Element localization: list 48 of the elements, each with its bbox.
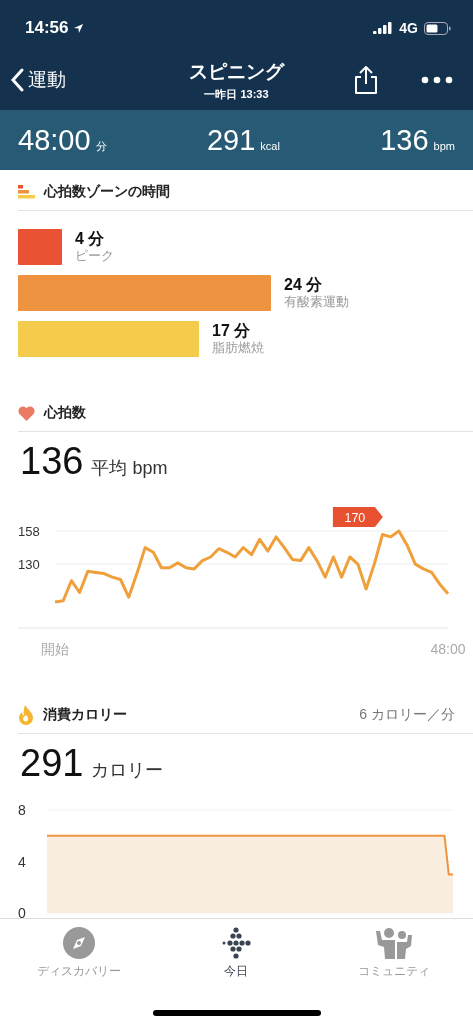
clock: 14:56 <box>25 18 69 38</box>
stat-unit: kcal <box>260 139 280 152</box>
dots-logo-icon <box>220 927 253 959</box>
zone-label: 有酸素運動 <box>284 294 349 310</box>
heart-rate-unit: 平均 bpm <box>91 457 168 480</box>
stat-value: 136 <box>380 123 429 157</box>
calorie-unit: カロリー <box>91 759 164 782</box>
share-button[interactable] <box>353 65 379 95</box>
section-title: 心拍数 <box>44 404 87 422</box>
network-label: 4G <box>399 20 418 36</box>
peak-badge: 170 <box>332 507 383 527</box>
tab-item[interactable]: 今日 <box>166 927 307 980</box>
zone-bars-icon <box>18 185 35 199</box>
stat-value: 48:00 <box>18 123 91 157</box>
zone-time: 24 分 <box>284 276 324 294</box>
calorie-rate: 6 カロリー／分 <box>359 706 455 724</box>
back-button[interactable]: 運動 <box>10 67 66 93</box>
more-icon <box>421 76 453 84</box>
location-arrow-icon <box>73 22 85 34</box>
calorie-value: 291 <box>20 742 84 785</box>
axis-label: 158 <box>18 524 40 539</box>
heart-rate-value: 136 <box>20 440 84 483</box>
heart-icon <box>18 405 35 421</box>
zone-label: 脂肪燃焼 <box>212 340 264 356</box>
stat-unit: bpm <box>433 139 455 152</box>
screen-subtitle: 一昨日 13:33 <box>204 86 269 102</box>
axis-label: 開始 <box>41 641 69 657</box>
axis-label: 8 <box>18 803 26 818</box>
battery-icon <box>424 21 451 35</box>
axis-label: 4 <box>18 853 26 870</box>
zone-time: 17 分 <box>212 322 252 340</box>
axis-label: 130 <box>18 557 40 573</box>
share-icon <box>353 65 379 95</box>
flame-icon <box>18 705 34 725</box>
compass-icon <box>62 927 95 959</box>
zone-label: ピーク <box>75 248 114 264</box>
people-icon <box>374 927 415 959</box>
section-title: 心拍数ゾーンの時間 <box>44 183 171 201</box>
signal-icon <box>373 22 394 34</box>
zone-time: 4 分 <box>75 230 106 248</box>
stat-value: 291 <box>206 123 256 157</box>
axis-label: 0 <box>18 905 26 918</box>
screen-title: スピニング <box>189 59 284 84</box>
axis-label: 48:00 <box>430 641 466 657</box>
more-button[interactable] <box>421 76 453 84</box>
section-title: 消費カロリー <box>43 706 128 724</box>
stat-unit: 分 <box>95 138 107 154</box>
back-chevron-icon <box>10 68 24 92</box>
